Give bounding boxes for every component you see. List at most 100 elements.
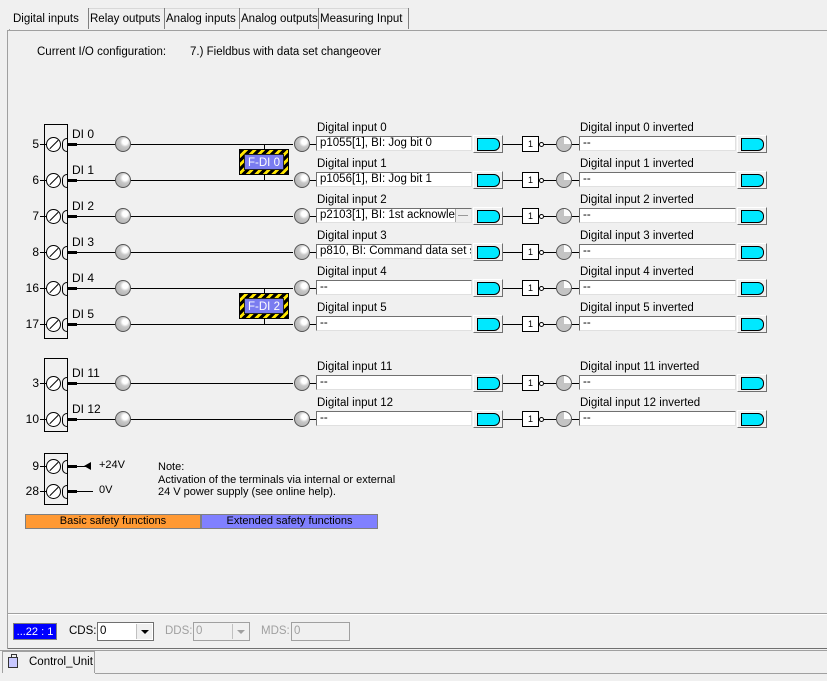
connector-icon bbox=[741, 138, 764, 151]
terminal-number: 16 bbox=[25, 281, 39, 295]
terminal-block-x122 bbox=[44, 124, 68, 339]
terminal-number: 8 bbox=[32, 245, 39, 259]
divider bbox=[0, 650, 827, 651]
terminal-number: 3 bbox=[32, 376, 39, 390]
connect-inverted-button[interactable] bbox=[737, 243, 767, 261]
signal-wire bbox=[77, 144, 293, 145]
terminal-status-led bbox=[115, 208, 131, 224]
digital-input-connection-field[interactable]: p1055[1], BI: Jog bit 0 bbox=[316, 136, 472, 151]
terminal-number: 5 bbox=[32, 137, 39, 151]
inverted-input-label: Digital input 12 inverted bbox=[580, 397, 701, 409]
digital-input-connection-field[interactable]: -- bbox=[316, 411, 472, 426]
digital-input-connection-field[interactable]: p1056[1], BI: Jog bit 1 bbox=[316, 172, 472, 187]
inverted-status-led bbox=[556, 411, 572, 427]
inverted-input-connection-field[interactable]: -- bbox=[579, 136, 736, 151]
connect-button[interactable] bbox=[473, 207, 503, 225]
inverter-gate: 1 bbox=[522, 411, 539, 427]
safety-block-fdi2[interactable]: F-DI 2 bbox=[239, 293, 289, 319]
connect-inverted-button[interactable] bbox=[737, 374, 767, 392]
digital-input-connection-field[interactable]: p2103[1], BI: 1st acknowledge bbox=[316, 208, 472, 223]
di-label: DI 2 bbox=[72, 199, 95, 213]
connect-button[interactable] bbox=[473, 315, 503, 333]
connector-icon bbox=[477, 174, 500, 187]
screw-icon bbox=[46, 317, 61, 332]
digital-input-label: Digital input 4 bbox=[317, 266, 387, 278]
cds-label: CDS: bbox=[69, 625, 97, 637]
connector-icon bbox=[741, 318, 764, 331]
safety-block-fdi0[interactable]: F-DI 0 bbox=[239, 149, 289, 175]
tab-relay-outputs[interactable]: Relay outputs bbox=[85, 8, 165, 29]
inverted-status-led bbox=[556, 280, 572, 296]
doc-tab-control-unit[interactable]: Control_Unit bbox=[2, 651, 95, 673]
inverter-gate: 1 bbox=[522, 280, 539, 296]
screw-icon bbox=[46, 245, 61, 260]
control-unit-icon bbox=[8, 654, 18, 668]
cds-select[interactable]: 0 bbox=[97, 622, 154, 641]
terminal-status-led bbox=[115, 244, 131, 260]
digital-input-connection-field[interactable]: -- bbox=[316, 280, 472, 295]
terminal-stub bbox=[68, 251, 77, 254]
inverted-input-connection-field[interactable]: -- bbox=[579, 375, 736, 390]
digital-input-connection-field[interactable]: p810, BI: Command data set selection bbox=[316, 244, 472, 259]
inverted-input-connection-field[interactable]: -- bbox=[579, 208, 736, 223]
screw-icon bbox=[46, 459, 61, 474]
tab-measuring-input[interactable]: Measuring Input bbox=[315, 8, 409, 29]
inverted-input-label: Digital input 2 inverted bbox=[580, 194, 694, 206]
arrow-left-icon bbox=[84, 462, 91, 470]
inverted-input-connection-field[interactable]: -- bbox=[579, 244, 736, 259]
terminal-number: 17 bbox=[25, 317, 39, 331]
signal-wire bbox=[503, 144, 522, 145]
input-status-led bbox=[294, 280, 310, 296]
terminal-contact bbox=[62, 377, 67, 391]
signal-wire bbox=[503, 216, 522, 217]
di-label: DI 0 bbox=[72, 127, 95, 141]
note-line-1: Activation of the terminals via internal… bbox=[158, 473, 396, 486]
terminal-contact bbox=[62, 210, 67, 224]
digital-input-connection-field[interactable]: -- bbox=[316, 316, 472, 331]
connect-button[interactable] bbox=[473, 279, 503, 297]
inverted-input-connection-field[interactable]: -- bbox=[579, 316, 736, 331]
signal-wire bbox=[77, 252, 293, 253]
terminal-status-led bbox=[115, 172, 131, 188]
connect-inverted-button[interactable] bbox=[737, 171, 767, 189]
connect-inverted-button[interactable] bbox=[737, 410, 767, 428]
di-label: DI 12 bbox=[72, 402, 101, 416]
io-config-value: 7.) Fieldbus with data set changeover bbox=[190, 46, 382, 58]
inverted-input-connection-field[interactable]: -- bbox=[579, 280, 736, 295]
connect-button[interactable] bbox=[473, 243, 503, 261]
connector-icon bbox=[477, 413, 500, 426]
inverted-input-connection-field[interactable]: -- bbox=[579, 172, 736, 187]
digital-input-connection-field[interactable]: -- bbox=[316, 375, 472, 390]
signal-wire bbox=[544, 144, 556, 145]
chevron-down-icon bbox=[232, 624, 248, 639]
terminal-stub bbox=[68, 287, 77, 290]
signal-wire bbox=[503, 288, 522, 289]
drive-object-badge: ...22 : 1 bbox=[13, 623, 57, 640]
connect-button[interactable] bbox=[473, 374, 503, 392]
power-wire bbox=[77, 491, 93, 492]
dds-value: 0 bbox=[196, 625, 203, 637]
tab-analog-inputs[interactable]: Analog inputs bbox=[161, 8, 240, 29]
terminal-contact bbox=[62, 174, 67, 188]
mds-field: 0 bbox=[291, 622, 350, 641]
tab-digital-inputs[interactable]: Digital inputs bbox=[8, 8, 89, 29]
signal-wire bbox=[544, 180, 556, 181]
connect-inverted-button[interactable] bbox=[737, 207, 767, 225]
tab-analog-outputs[interactable]: Analog outputs bbox=[236, 8, 319, 29]
connect-button[interactable] bbox=[473, 171, 503, 189]
note-text: Note: Activation of the terminals via in… bbox=[158, 461, 395, 499]
inverted-input-connection-field[interactable]: -- bbox=[579, 411, 736, 426]
connect-button[interactable] bbox=[473, 410, 503, 428]
input-status-led bbox=[294, 172, 310, 188]
inverted-status-led bbox=[556, 244, 572, 260]
di-label: DI 11 bbox=[72, 366, 100, 380]
connect-inverted-button[interactable] bbox=[737, 279, 767, 297]
screw-icon bbox=[46, 173, 61, 188]
connect-inverted-button[interactable] bbox=[737, 135, 767, 153]
inverted-input-label: Digital input 11 inverted bbox=[580, 361, 700, 373]
connect-button[interactable] bbox=[473, 135, 503, 153]
chevron-down-icon[interactable] bbox=[136, 624, 152, 639]
connect-inverted-button[interactable] bbox=[737, 315, 767, 333]
input-status-led bbox=[294, 136, 310, 152]
spin-control[interactable] bbox=[455, 209, 471, 222]
